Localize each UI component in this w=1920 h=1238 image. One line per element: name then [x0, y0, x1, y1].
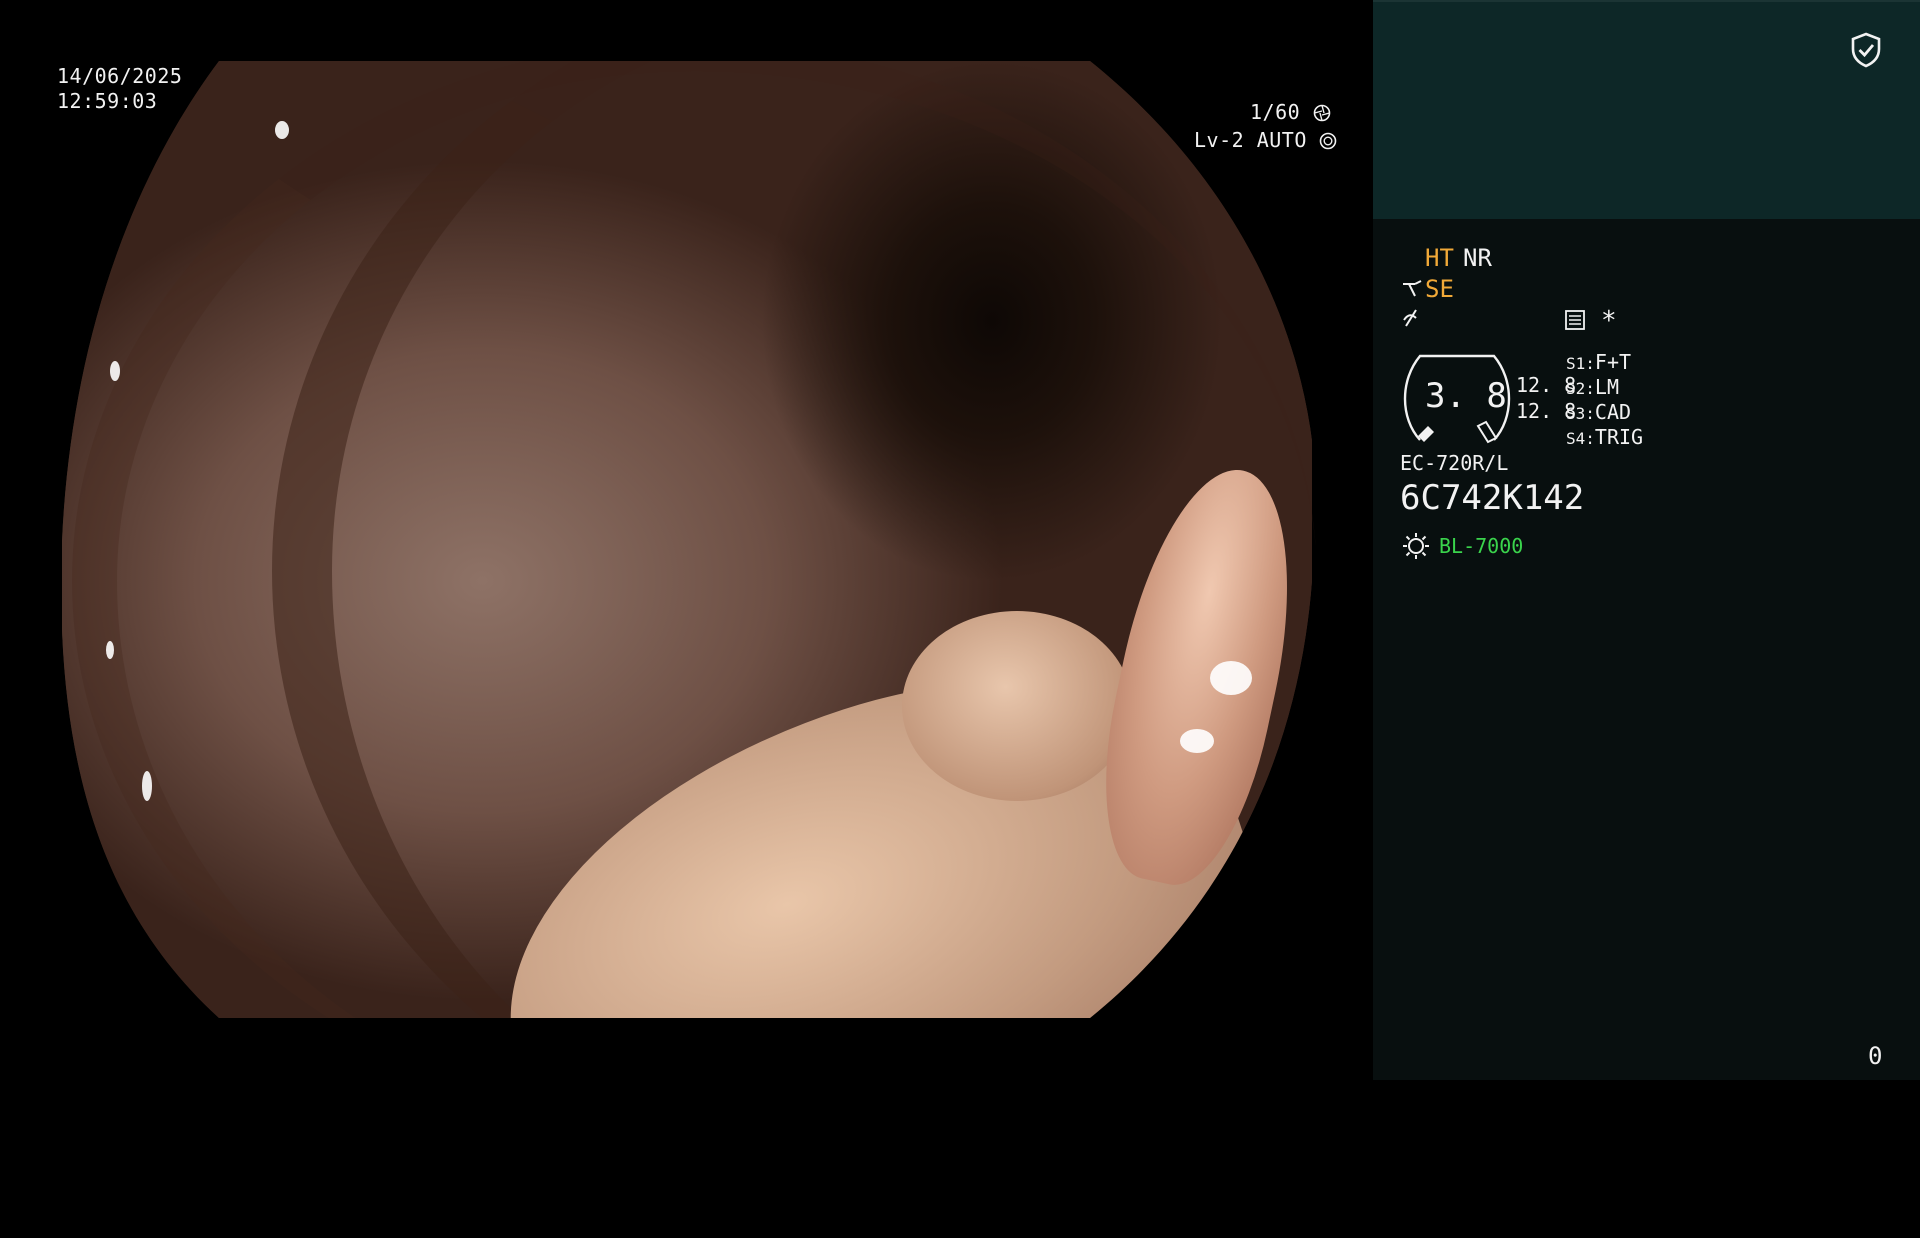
switch-key: S1: [1566, 354, 1595, 373]
switch-value: TRIG [1594, 425, 1644, 449]
switch-item: S3:CAD [1566, 399, 1643, 424]
exposure-readout: Lv-2 AUTO [1194, 128, 1337, 152]
scope-serial: 6C742K142 [1400, 478, 1585, 518]
tip-icon [1403, 280, 1422, 297]
exposure-mode-label: AUTO [1256, 128, 1307, 152]
scope-model: EC-720R/L [1400, 451, 1509, 475]
switch-key: S3: [1566, 404, 1595, 423]
switch-value: LM [1594, 375, 1619, 399]
level-label: Lv-2 [1194, 128, 1245, 152]
counter-label: 0 [1868, 1042, 1883, 1070]
settings-list-icon [1565, 310, 1585, 330]
switch-item: S2:LM [1566, 374, 1643, 399]
switch-item: S1:F+T [1566, 349, 1643, 374]
panel-header [1373, 0, 1920, 219]
ht-label: HT [1425, 244, 1454, 272]
nr-label: NR [1463, 244, 1492, 272]
shutter-label: 1/60 [1250, 100, 1301, 124]
shield-check-icon [1851, 32, 1881, 68]
light-source-label: BL-7000 [1439, 534, 1524, 558]
se-label: SE [1425, 275, 1454, 303]
switch-key: S2: [1566, 379, 1595, 398]
switch-key: S4: [1566, 429, 1595, 448]
switch-list: S1:F+T S2:LM S3:CAD S4:TRIG [1566, 349, 1643, 449]
iris-icon [1320, 132, 1337, 150]
switch-item: S4:TRIG [1566, 424, 1643, 449]
gauge-value: 3. 8 [1425, 376, 1507, 416]
shutter-readout: 1/60 [1250, 100, 1331, 124]
time-label: 12:59:03 [57, 89, 158, 113]
asterisk-label: * [1601, 306, 1617, 336]
switch-value: CAD [1594, 400, 1632, 424]
date-label: 14/06/2025 [57, 64, 183, 88]
switch-value: F+T [1594, 350, 1632, 374]
not-equal-icon [1403, 309, 1417, 327]
shutter-icon [1313, 104, 1331, 122]
status-panel: HT NR SE * 3. 8 12. 8 12. 8 S1:F+T S2:LM… [1373, 0, 1920, 1080]
lamp-icon [1403, 533, 1429, 559]
